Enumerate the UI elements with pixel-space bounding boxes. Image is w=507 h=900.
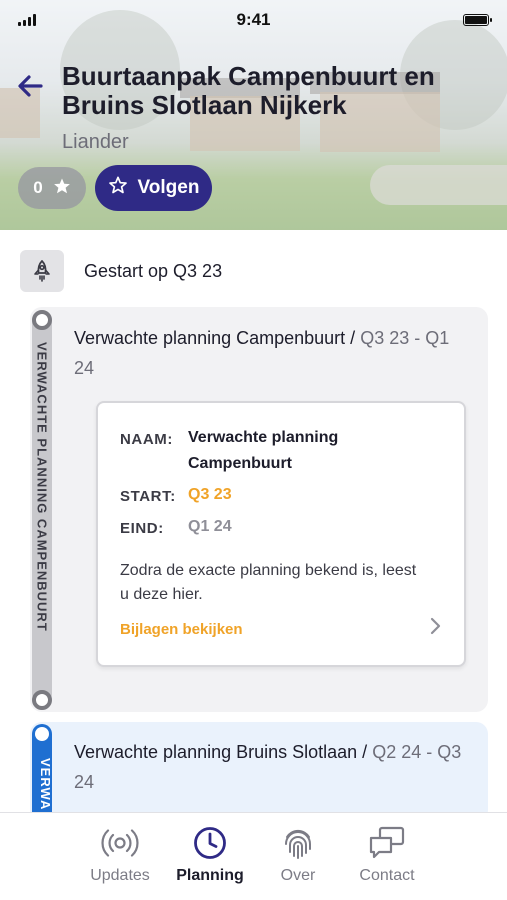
end-label: EIND:: [120, 520, 164, 537]
timeline-end-dot: [32, 690, 52, 710]
start-value: Q3 23: [188, 486, 232, 503]
tab-updates[interactable]: Updates: [75, 825, 165, 885]
tab-contact[interactable]: Contact: [342, 825, 432, 885]
star-filled-icon: [53, 177, 71, 200]
tab-label: Contact: [359, 867, 415, 884]
broadcast-icon: [100, 825, 140, 861]
phase-description: Zodra de exacte planning bekend is, lees…: [120, 562, 417, 603]
timeline-active-dot: [35, 727, 49, 741]
chat-icon: [367, 825, 407, 861]
organization-name: Liander: [62, 131, 129, 153]
timeline-rail-label-active: VERWA: [38, 758, 53, 811]
clock-icon: [190, 825, 230, 861]
tab-label: Planning: [176, 867, 244, 884]
name-label: NAAM:: [120, 431, 173, 448]
phase-name: Verwachte planning Bruins Slotlaan /: [74, 742, 373, 762]
phase-title: Verwachte planning Bruins Slotlaan / Q2 …: [74, 737, 474, 797]
phase-title: Verwachte planning Campenbuurt / Q3 23 -…: [74, 323, 474, 383]
tab-planning[interactable]: Planning: [165, 825, 255, 885]
page-title: Buurtaanpak Campenbuurt en Bruins Slotla…: [62, 61, 435, 120]
tab-over[interactable]: Over: [253, 825, 343, 885]
tab-label: Updates: [90, 867, 150, 884]
started-label: Gestart op Q3 23: [84, 260, 223, 281]
tab-bar: Updates Planning Over Contact: [0, 812, 507, 900]
attachments-link[interactable]: Bijlagen bekijken: [120, 621, 243, 638]
phase-name: Verwachte planning Campenbuurt /: [74, 328, 361, 348]
star-outline-icon: [108, 175, 128, 201]
rating-button[interactable]: 0: [18, 167, 86, 209]
rocket-icon: [20, 250, 64, 292]
started-row: Gestart op Q3 23: [20, 249, 222, 293]
start-label: START:: [120, 488, 176, 505]
timeline-rail-label: VERWACHTE PLANNING CAMPENBUURT: [34, 342, 50, 632]
fingerprint-icon: [278, 825, 318, 861]
timeline-start-dot: [32, 310, 52, 330]
back-arrow-icon[interactable]: [14, 70, 46, 102]
status-time: 9:41: [236, 10, 271, 29]
end-value: Q1 24: [188, 518, 232, 535]
follow-label: Volgen: [137, 177, 200, 198]
chevron-right-icon[interactable]: [428, 616, 442, 636]
phase-detail-card[interactable]: NAAM: Verwachte planning Campenbuurt STA…: [96, 401, 466, 667]
rating-count: 0: [33, 178, 43, 197]
name-value: Verwachte planning Campenbuurt: [188, 429, 339, 472]
status-bar: 9:41: [0, 0, 507, 40]
follow-button[interactable]: Volgen: [95, 165, 212, 211]
tab-label: Over: [280, 867, 316, 884]
battery-icon: [463, 14, 492, 26]
